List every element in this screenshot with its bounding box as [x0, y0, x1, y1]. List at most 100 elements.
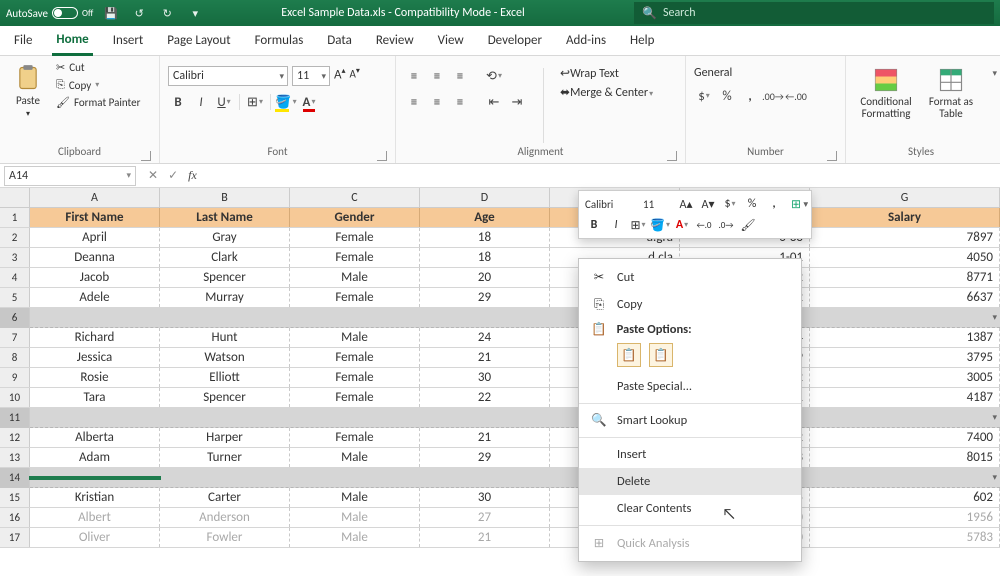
- table-row[interactable]: 14: [0, 468, 1000, 488]
- align-bottom-icon[interactable]: ≡: [450, 66, 470, 86]
- cell[interactable]: Watson: [160, 348, 290, 367]
- cell[interactable]: 24: [420, 328, 550, 347]
- row-header[interactable]: 6: [0, 308, 30, 328]
- cell[interactable]: Albert: [30, 508, 160, 527]
- row-header[interactable]: 14: [0, 468, 30, 488]
- number-launcher-icon[interactable]: [827, 151, 837, 161]
- mini-fill-icon[interactable]: 🪣: [651, 216, 669, 234]
- cell[interactable]: 30: [420, 488, 550, 507]
- table-row[interactable]: 11: [0, 408, 1000, 428]
- cell[interactable]: Murray: [160, 288, 290, 307]
- cell[interactable]: 18: [420, 248, 550, 267]
- conditional-formatting-button[interactable]: Conditional Formatting: [854, 62, 918, 120]
- decrease-decimal-icon[interactable]: ←.00: [786, 86, 806, 106]
- cell[interactable]: 8015: [810, 448, 1000, 467]
- cell[interactable]: 6637: [810, 288, 1000, 307]
- decrease-font-icon[interactable]: A▾: [350, 66, 360, 86]
- tab-developer[interactable]: Developer: [484, 27, 546, 54]
- fill-color-icon[interactable]: 🪣: [276, 92, 296, 112]
- row-header[interactable]: 5: [0, 288, 30, 307]
- format-as-table-button[interactable]: Format as Table: [924, 62, 978, 120]
- column-header-a[interactable]: A: [30, 188, 160, 207]
- row-header[interactable]: 8: [0, 348, 30, 367]
- cell[interactable]: Male: [290, 328, 420, 347]
- cell[interactable]: Fowler: [160, 528, 290, 547]
- italic-icon[interactable]: I: [191, 92, 211, 112]
- menu-clear-contents[interactable]: Clear Contents: [579, 495, 801, 522]
- cell[interactable]: 3795: [810, 348, 1000, 367]
- cell[interactable]: Deanna: [30, 248, 160, 267]
- mini-currency-icon[interactable]: $: [721, 195, 739, 213]
- cut-button[interactable]: ✂Cut: [54, 60, 142, 75]
- comma-icon[interactable]: ,: [740, 86, 760, 106]
- table-row[interactable]: 13AdamTurnerMale29a.turn8-938015: [0, 448, 1000, 468]
- menu-cut[interactable]: ✂Cut: [579, 263, 801, 291]
- align-center-icon[interactable]: ≡: [427, 92, 447, 112]
- table-row[interactable]: 4JacobSpencerMale20j.spen9-928771: [0, 268, 1000, 288]
- cell[interactable]: Adam: [30, 448, 160, 467]
- mini-percent-icon[interactable]: %: [743, 195, 761, 213]
- mini-decrease-font-icon[interactable]: A▾: [699, 195, 717, 213]
- cell[interactable]: 602: [810, 488, 1000, 507]
- cell[interactable]: Female: [290, 368, 420, 387]
- cell[interactable]: Adele: [30, 288, 160, 307]
- table-row[interactable]: 2AprilGrayFemale18a.gra6-887897: [0, 228, 1000, 248]
- align-top-icon[interactable]: ≡: [404, 66, 424, 86]
- row-header[interactable]: 3: [0, 248, 30, 267]
- row-header[interactable]: 13: [0, 448, 30, 467]
- cell[interactable]: 5783: [810, 528, 1000, 547]
- paste-button[interactable]: Paste ▾: [8, 60, 48, 119]
- mini-comma-icon[interactable]: ,: [765, 195, 783, 213]
- currency-icon[interactable]: $: [694, 86, 714, 106]
- cell[interactable]: 22: [420, 388, 550, 407]
- row-header[interactable]: 17: [0, 528, 30, 547]
- wrap-text-button[interactable]: ↩Wrap Text: [560, 66, 653, 81]
- align-right-icon[interactable]: ≡: [450, 92, 470, 112]
- underline-icon[interactable]: U: [214, 92, 234, 112]
- table-header[interactable]: Age: [420, 208, 550, 227]
- borders-icon[interactable]: ⊞: [245, 92, 265, 112]
- menu-quick-analysis[interactable]: ⊞Quick Analysis: [579, 529, 801, 557]
- cell[interactable]: Female: [290, 288, 420, 307]
- tab-add-ins[interactable]: Add-ins: [562, 27, 610, 54]
- tab-data[interactable]: Data: [323, 27, 356, 54]
- cell[interactable]: Rosie: [30, 368, 160, 387]
- merge-center-button[interactable]: ⬌Merge & Center: [560, 85, 653, 100]
- font-color-icon[interactable]: A: [299, 92, 319, 112]
- increase-font-icon[interactable]: A▴: [334, 66, 346, 86]
- column-header-b[interactable]: B: [160, 188, 290, 207]
- cell[interactable]: 1956: [810, 508, 1000, 527]
- mini-borders-icon[interactable]: ⊞: [629, 216, 647, 234]
- cell[interactable]: 21: [420, 528, 550, 547]
- cell[interactable]: Spencer: [160, 268, 290, 287]
- increase-decimal-icon[interactable]: .00→: [763, 86, 783, 106]
- cell[interactable]: 4050: [810, 248, 1000, 267]
- table-header[interactable]: Gender: [290, 208, 420, 227]
- customize-qat-icon[interactable]: ▾: [185, 3, 205, 23]
- menu-insert[interactable]: Insert: [579, 441, 801, 468]
- cell[interactable]: 29: [420, 288, 550, 307]
- table-row[interactable]: 10TaraSpencerFemale22t.spen8-614187: [0, 388, 1000, 408]
- cell[interactable]: Clark: [160, 248, 290, 267]
- cell[interactable]: 4187: [810, 388, 1000, 407]
- cell[interactable]: 29: [420, 448, 550, 467]
- enter-icon[interactable]: ✓: [168, 168, 178, 183]
- redo-icon[interactable]: ↻: [157, 3, 177, 23]
- orientation-icon[interactable]: ⟲: [484, 66, 504, 86]
- menu-paste-special[interactable]: Paste Special...: [579, 373, 801, 400]
- mini-increase-font-icon[interactable]: A▴: [677, 195, 695, 213]
- table-row[interactable]: 8JessicaWatsonFemale21j.wats3-293795: [0, 348, 1000, 368]
- table-row[interactable]: 12AlbertaHarperFemale21a.har1-127400: [0, 428, 1000, 448]
- row-header[interactable]: 1: [0, 208, 30, 227]
- cell[interactable]: Female: [290, 348, 420, 367]
- cell[interactable]: Richard: [30, 328, 160, 347]
- paste-keep-source-icon[interactable]: 📋: [617, 343, 641, 367]
- table-row[interactable]: 7RichardHuntMale24r.hur4-541387: [0, 328, 1000, 348]
- row-header[interactable]: 10: [0, 388, 30, 407]
- mini-font-select[interactable]: Calibri: [585, 195, 639, 213]
- undo-icon[interactable]: ↺: [129, 3, 149, 23]
- tab-review[interactable]: Review: [372, 27, 418, 54]
- cell[interactable]: 27: [420, 508, 550, 527]
- spreadsheet-grid[interactable]: ABCDEFG 1First NameLast NameGenderAgeEma…: [0, 188, 1000, 548]
- row-header[interactable]: 9: [0, 368, 30, 387]
